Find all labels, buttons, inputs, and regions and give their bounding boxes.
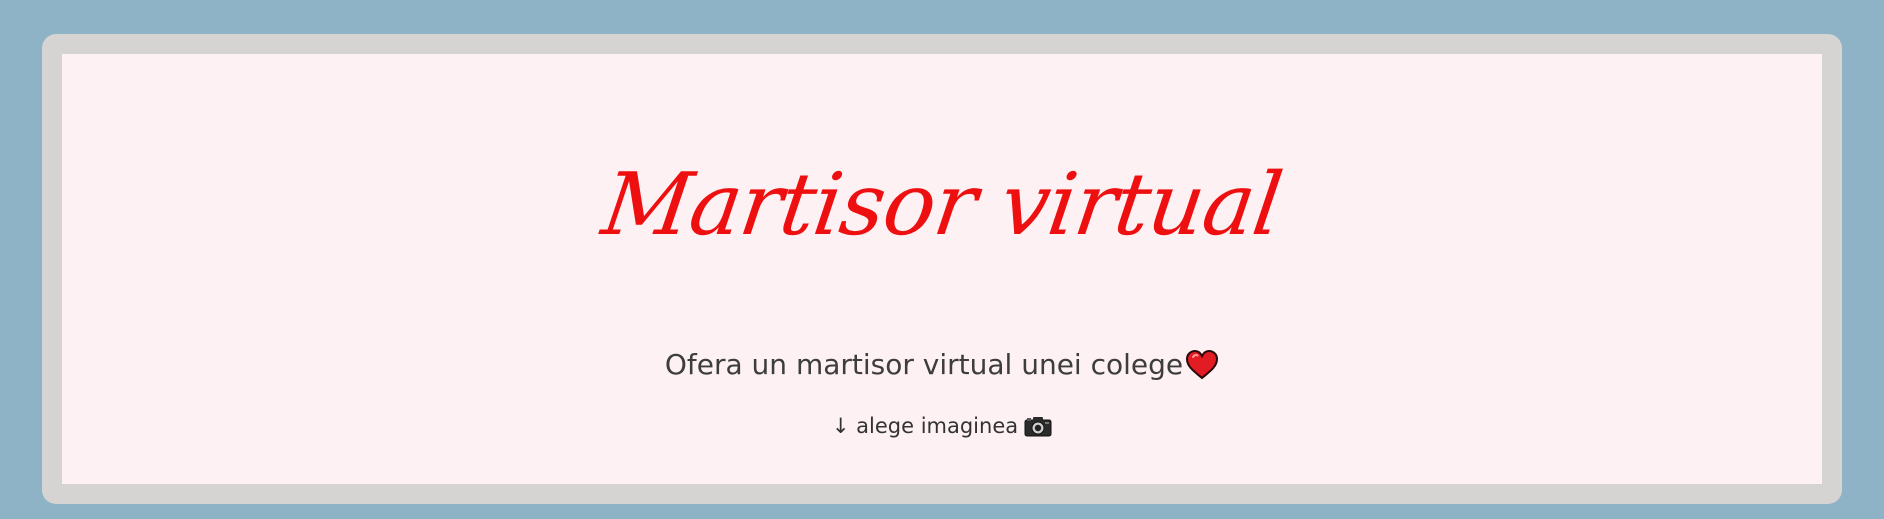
subtitle-row: Ofera un martisor virtual unei colege <box>62 348 1822 382</box>
hint-text: ↓ alege imaginea <box>831 414 1019 438</box>
choose-image-hint: ↓ alege imaginea <box>62 414 1822 439</box>
page-title: Martisor virtual <box>596 155 1288 255</box>
subtitle-text: Ofera un martisor virtual unei colege <box>664 348 1184 381</box>
heart-icon <box>1185 349 1219 380</box>
content-card: Martisor virtual Ofera un martisor virtu… <box>62 54 1822 484</box>
camera-icon <box>1024 415 1052 437</box>
page-frame: Martisor virtual Ofera un martisor virtu… <box>42 34 1842 504</box>
